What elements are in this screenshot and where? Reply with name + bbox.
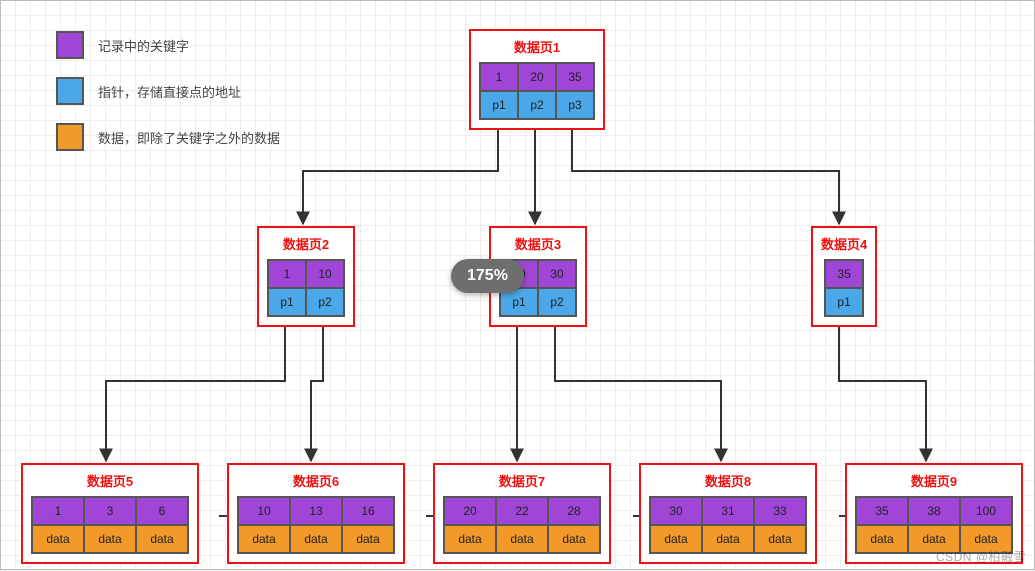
data-cell: data <box>702 525 754 553</box>
legend-swatch-blue <box>56 77 84 105</box>
key-cell: 33 <box>754 497 806 525</box>
node-title: 数据页7 <box>443 471 601 490</box>
legend-row-data: 数据，即除了关键字之外的数据 <box>56 123 280 151</box>
legend-text-data: 数据，即除了关键字之外的数据 <box>98 128 280 147</box>
data-cell: data <box>650 525 702 553</box>
key-cell: 16 <box>342 497 394 525</box>
key-cell: 1 <box>32 497 84 525</box>
key-cell: 1 <box>480 63 518 91</box>
node-table: 1 10 p1 p2 <box>267 259 345 317</box>
legend: 记录中的关键字 指针，存储直接点的地址 数据，即除了关键字之外的数据 <box>56 31 280 169</box>
data-cell: data <box>754 525 806 553</box>
key-cell: 22 <box>496 497 548 525</box>
node-title: 数据页1 <box>479 37 595 56</box>
data-cell: data <box>136 525 188 553</box>
legend-text-key: 记录中的关键字 <box>98 36 189 55</box>
zoom-value: 175% <box>467 267 508 284</box>
node-page1: 数据页1 1 20 35 p1 p2 p3 <box>469 29 605 130</box>
watermark: CSDN @柏融雪 <box>936 548 1026 565</box>
node-title: 数据页8 <box>649 471 807 490</box>
key-cell: 1 <box>268 260 306 288</box>
key-cell: 35 <box>825 260 863 288</box>
data-cell: data <box>238 525 290 553</box>
node-title: 数据页6 <box>237 471 395 490</box>
key-cell: 20 <box>518 63 556 91</box>
data-cell: data <box>856 525 908 553</box>
ptr-cell: p2 <box>518 91 556 119</box>
node-page6: 数据页6 10 13 16 data data data <box>227 463 405 564</box>
key-cell: 35 <box>556 63 594 91</box>
data-cell: data <box>444 525 496 553</box>
node-title: 数据页9 <box>855 471 1013 490</box>
data-cell: data <box>496 525 548 553</box>
key-cell: 100 <box>960 497 1012 525</box>
node-table: 1 20 35 p1 p2 p3 <box>479 62 595 120</box>
node-table: 1 3 6 data data data <box>31 496 189 554</box>
legend-swatch-orange <box>56 123 84 151</box>
legend-text-ptr: 指针，存储直接点的地址 <box>98 82 241 101</box>
legend-row-ptr: 指针，存储直接点的地址 <box>56 77 280 105</box>
node-table: 10 13 16 data data data <box>237 496 395 554</box>
data-cell: data <box>32 525 84 553</box>
node-page2: 数据页2 1 10 p1 p2 <box>257 226 355 327</box>
key-cell: 6 <box>136 497 188 525</box>
data-cell: data <box>342 525 394 553</box>
node-table: 30 31 33 data data data <box>649 496 807 554</box>
key-cell: 35 <box>856 497 908 525</box>
key-cell: 28 <box>548 497 600 525</box>
ptr-cell: p1 <box>480 91 518 119</box>
node-page4: 数据页4 35 p1 <box>811 226 877 327</box>
node-table: 20 22 28 data data data <box>443 496 601 554</box>
node-title: 数据页4 <box>821 234 867 253</box>
key-cell: 10 <box>238 497 290 525</box>
ptr-cell: p2 <box>306 288 344 316</box>
node-table: 35 p1 <box>824 259 864 317</box>
key-cell: 38 <box>908 497 960 525</box>
legend-row-key: 记录中的关键字 <box>56 31 280 59</box>
key-cell: 31 <box>702 497 754 525</box>
node-title: 数据页5 <box>31 471 189 490</box>
node-table: 35 38 100 data data data <box>855 496 1013 554</box>
key-cell: 20 <box>444 497 496 525</box>
node-page5: 数据页5 1 3 6 data data data <box>21 463 199 564</box>
legend-swatch-purple <box>56 31 84 59</box>
node-title: 数据页3 <box>499 234 577 253</box>
key-cell: 30 <box>538 260 576 288</box>
node-page8: 数据页8 30 31 33 data data data <box>639 463 817 564</box>
node-title: 数据页2 <box>267 234 345 253</box>
key-cell: 10 <box>306 260 344 288</box>
key-cell: 3 <box>84 497 136 525</box>
data-cell: data <box>290 525 342 553</box>
zoom-badge: 175% <box>451 259 524 293</box>
ptr-cell: p3 <box>556 91 594 119</box>
data-cell: data <box>548 525 600 553</box>
key-cell: 13 <box>290 497 342 525</box>
ptr-cell: p2 <box>538 288 576 316</box>
key-cell: 30 <box>650 497 702 525</box>
node-page7: 数据页7 20 22 28 data data data <box>433 463 611 564</box>
ptr-cell: p1 <box>268 288 306 316</box>
data-cell: data <box>84 525 136 553</box>
ptr-cell: p1 <box>825 288 863 316</box>
